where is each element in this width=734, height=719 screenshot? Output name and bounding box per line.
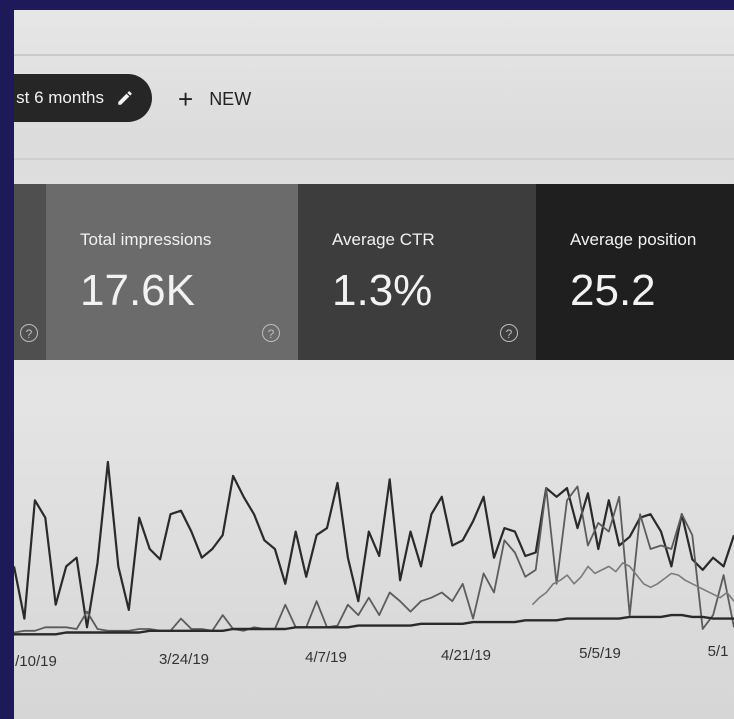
x-tick-label: 5/1 — [708, 643, 729, 660]
help-circle-icon[interactable]: ? — [500, 324, 518, 342]
x-tick-label: 4/7/19 — [305, 649, 347, 666]
metric-card-clicks[interactable]: ? — [14, 184, 46, 360]
header-divider — [14, 54, 734, 56]
date-range-chip[interactable]: st 6 months — [14, 74, 152, 122]
metric-value: 17.6K — [80, 266, 195, 315]
metric-card-total-impressions[interactable]: Total impressions 17.6K ? — [46, 184, 298, 360]
x-tick-label: /10/19 — [15, 653, 57, 670]
metric-title: Average CTR — [332, 230, 435, 249]
plus-icon: + — [178, 84, 194, 114]
metric-cards: ? Total impressions 17.6K ? Average CTR … — [14, 184, 734, 360]
metric-title: Average position — [570, 230, 697, 249]
date-range-label: st 6 months — [16, 88, 104, 107]
x-tick-label: 5/5/19 — [579, 645, 621, 662]
screen: st 6 months + NEW ? Total impressions 17… — [14, 10, 734, 719]
metric-card-average-position[interactable]: Average position 25.2 — [536, 184, 734, 360]
x-tick-label: 4/21/19 — [441, 647, 491, 664]
filter-divider — [14, 158, 734, 160]
metric-title: Total impressions — [80, 230, 212, 249]
performance-chart[interactable]: /10/19 3/24/19 4/7/19 4/21/19 5/5/19 5/1 — [14, 370, 734, 710]
series-line-1[interactable] — [14, 460, 734, 629]
performance-chart-svg[interactable]: /10/19 3/24/19 4/7/19 4/21/19 5/5/19 5/1 — [14, 370, 734, 710]
help-circle-icon[interactable]: ? — [20, 324, 38, 342]
new-button[interactable]: + NEW — [178, 86, 251, 112]
pencil-icon[interactable] — [116, 89, 134, 107]
metric-value: 25.2 — [570, 266, 656, 315]
metric-value: 1.3% — [332, 266, 433, 315]
help-circle-icon[interactable]: ? — [262, 324, 280, 342]
new-button-label: NEW — [209, 88, 252, 109]
x-tick-label: 3/24/19 — [159, 651, 209, 668]
metric-card-average-ctr[interactable]: Average CTR 1.3% ? — [298, 184, 536, 360]
series-line-2[interactable] — [14, 485, 734, 634]
series-line-3[interactable] — [14, 613, 734, 636]
